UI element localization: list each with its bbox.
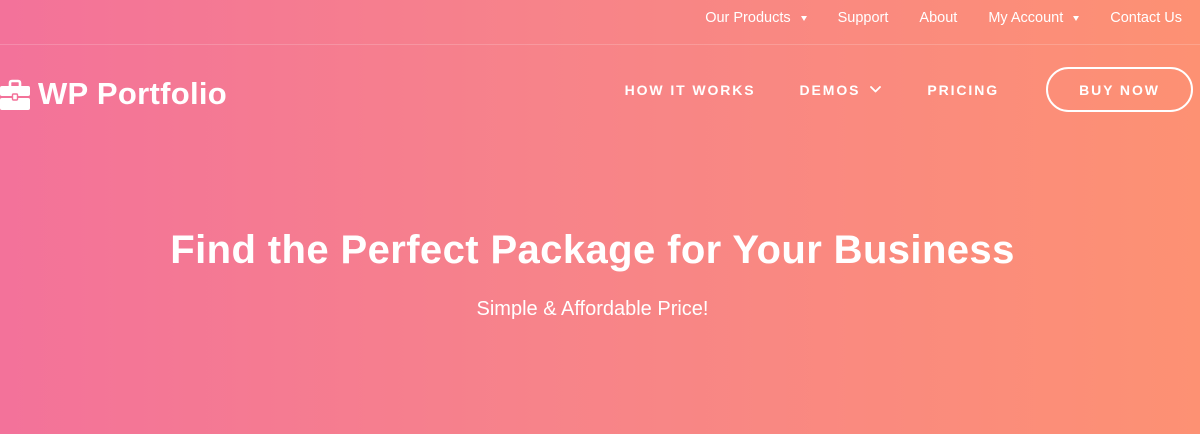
top-utility-menu: Our Products Support About My Account Co… xyxy=(674,0,1182,36)
nav-item-label: DEMOS xyxy=(799,81,861,98)
topbar-item-support[interactable]: Support xyxy=(838,10,889,26)
nav-item-how-it-works[interactable]: HOW IT WORKS xyxy=(625,82,756,98)
buy-now-button[interactable]: BUY NOW xyxy=(1046,67,1193,112)
logo-text: WP Portfolio xyxy=(38,76,228,111)
briefcase-icon xyxy=(0,79,30,110)
topbar-item-label: My Account xyxy=(988,10,1064,26)
caret-down-icon xyxy=(800,15,807,21)
topbar-item-my-account[interactable]: My Account xyxy=(988,10,1080,26)
nav-item-demos[interactable]: DEMOS xyxy=(800,82,882,98)
page: Our Products Support About My Account Co… xyxy=(0,0,1200,434)
nav-item-label: PRICING xyxy=(927,81,999,98)
nav-item-label: HOW IT WORKS xyxy=(624,81,756,98)
chevron-down-icon xyxy=(870,86,882,93)
nav-item-pricing[interactable]: PRICING xyxy=(927,82,999,98)
main-navigation: HOW IT WORKS DEMOS PRICING BUY NOW xyxy=(625,67,1193,112)
site-logo[interactable]: WP Portfolio xyxy=(0,76,227,112)
topbar-item-label: Contact Us xyxy=(1110,10,1182,26)
caret-down-icon xyxy=(1073,15,1080,21)
topbar-item-label: Our Products xyxy=(705,10,791,26)
hero-subtitle: Simple & Affordable Price! xyxy=(476,298,709,320)
topbar-item-label: About xyxy=(919,10,958,26)
topbar-item-about[interactable]: About xyxy=(919,10,957,26)
topbar-item-our-products[interactable]: Our Products xyxy=(705,10,807,26)
topbar-item-label: Support xyxy=(837,10,889,26)
topbar-item-contact-us[interactable]: Contact Us xyxy=(1110,10,1182,26)
buy-now-label: BUY NOW xyxy=(1079,81,1160,98)
top-utility-bar: Our Products Support About My Account Co… xyxy=(0,0,1200,45)
hero-title: Find the Perfect Package for Your Busine… xyxy=(170,228,1015,272)
